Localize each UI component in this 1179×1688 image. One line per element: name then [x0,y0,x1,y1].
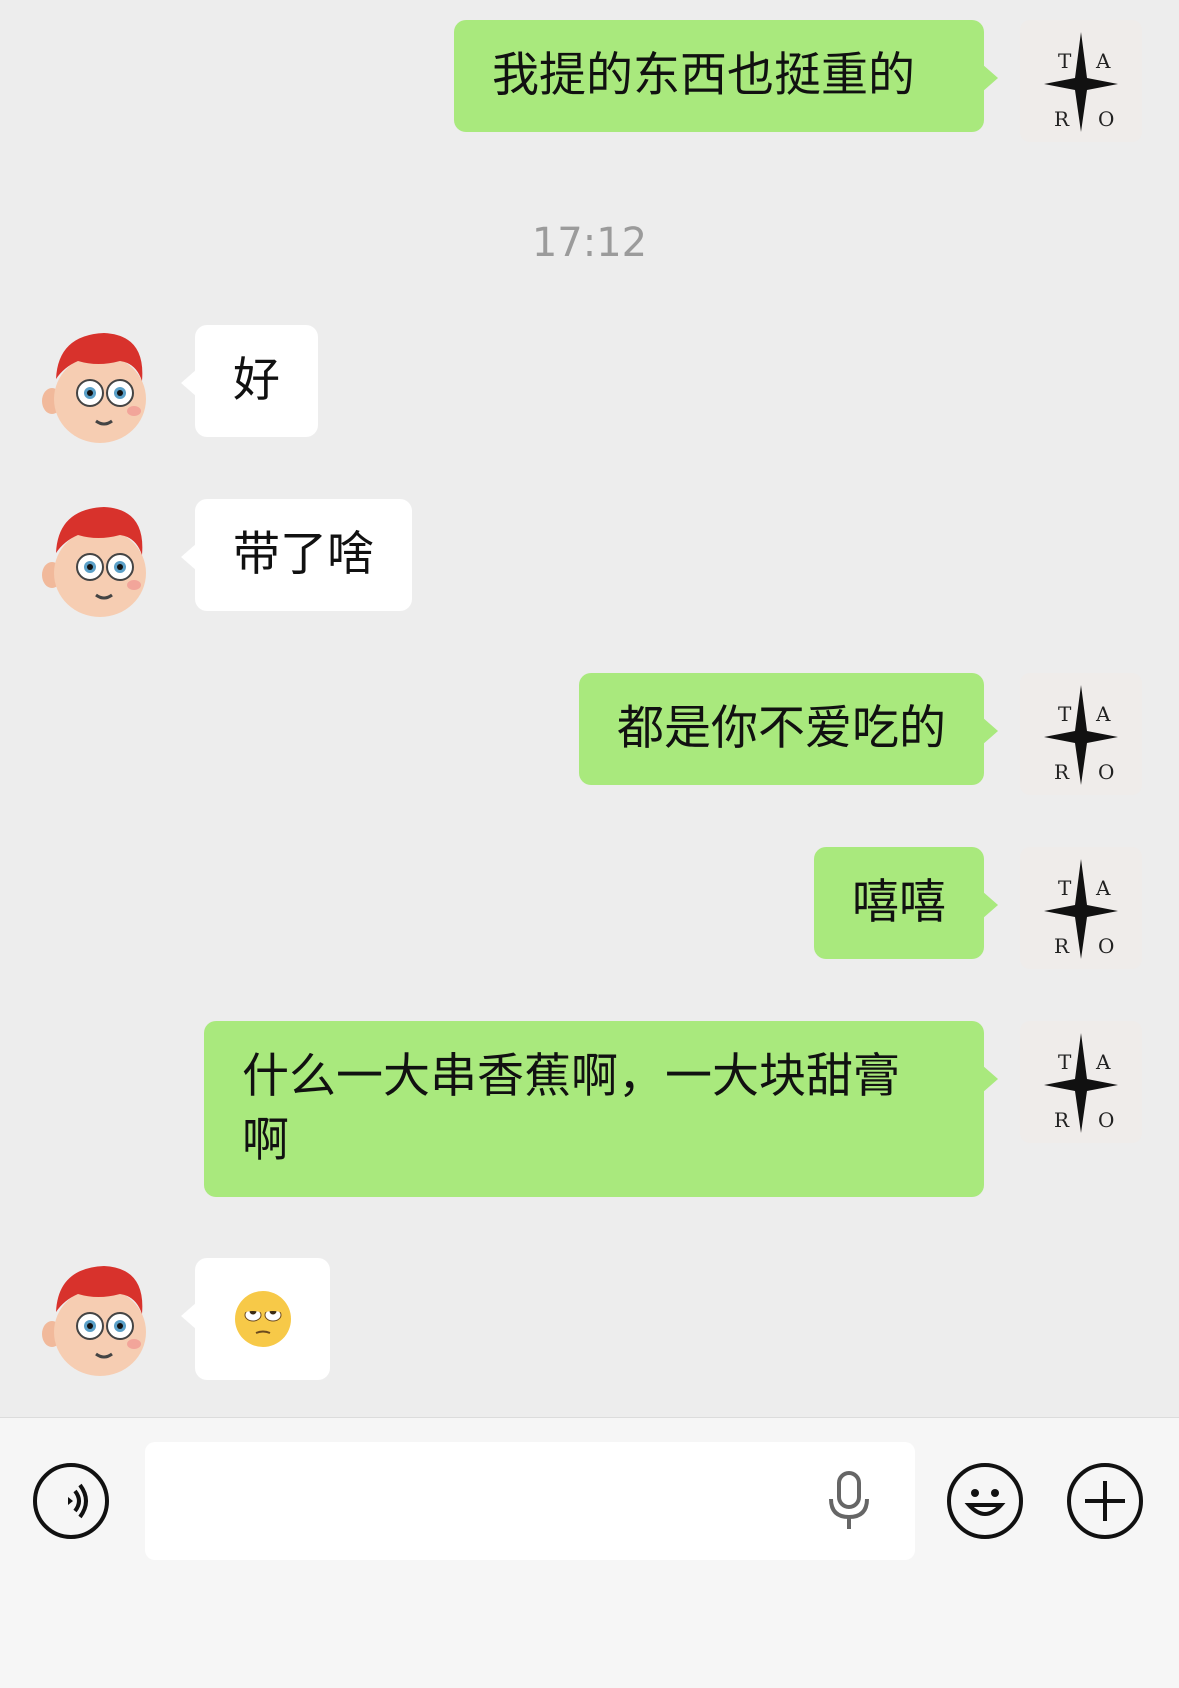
svg-text:O: O [1098,934,1114,958]
cartoon-boy-avatar-icon [42,333,146,443]
input-bar [0,1417,1179,1688]
svg-text:O: O [1098,107,1114,131]
svg-text:T: T [1058,876,1072,900]
message-bubble[interactable]: 我提的东西也挺重的 [454,20,998,132]
contact-avatar[interactable] [38,1258,160,1380]
taro-logo-icon: T A R O [1044,685,1118,785]
svg-text:R: R [1054,1108,1070,1132]
plus-icon[interactable] [1067,1463,1143,1539]
taro-logo-icon: T A R O [1044,32,1118,132]
message-input[interactable] [145,1442,915,1560]
svg-text:A: A [1095,49,1111,73]
my-avatar[interactable]: T A R O [1020,673,1142,795]
message-bubble[interactable]: 好 [181,325,318,437]
contact-avatar[interactable] [38,499,160,621]
svg-text:A: A [1095,702,1111,726]
svg-text:A: A [1095,876,1111,900]
message-text: 我提的东西也挺重的 [492,48,915,103]
message-bubble[interactable]: 嘻嘻 [814,847,998,959]
chat-message-list[interactable]: 我提的东西也挺重的 T A R O 17:12 好 带了啥 都是你不爱吃的 T … [0,0,1179,1417]
microphone-icon[interactable] [827,1471,871,1531]
message-text: 都是你不爱吃的 [617,701,946,756]
message-bubble[interactable]: 都是你不爱吃的 [579,673,998,785]
rolling-eyes-emoji-icon [235,1291,291,1347]
emoji-icon[interactable] [947,1463,1023,1539]
svg-text:T: T [1058,49,1072,73]
message-text: 什么一大串香蕉啊，一大块甜膏啊 [242,1049,900,1168]
message-text: 好 [233,353,280,408]
timestamp: 17:12 [531,220,648,266]
voice-icon[interactable] [33,1463,109,1539]
contact-avatar[interactable] [38,325,160,447]
message-bubble[interactable]: 什么一大串香蕉啊，一大块甜膏啊 [204,1021,998,1197]
taro-logo-icon: T A R O [1044,1033,1118,1133]
my-avatar[interactable]: T A R O [1020,20,1142,142]
message-text: 带了啥 [233,527,374,582]
message-bubble[interactable] [181,1258,330,1380]
cartoon-boy-avatar-icon [42,1266,146,1376]
message-text: 嘻嘻 [852,875,946,930]
my-avatar[interactable]: T A R O [1020,1021,1142,1143]
svg-text:T: T [1058,1050,1072,1074]
svg-text:R: R [1054,760,1070,784]
message-bubble[interactable]: 带了啥 [181,499,412,611]
taro-logo-icon: T A R O [1044,859,1118,959]
svg-text:O: O [1098,1108,1114,1132]
svg-text:R: R [1054,934,1070,958]
svg-text:O: O [1098,760,1114,784]
my-avatar[interactable]: T A R O [1020,847,1142,969]
svg-text:R: R [1054,107,1070,131]
svg-text:A: A [1095,1050,1111,1074]
svg-text:T: T [1058,702,1072,726]
cartoon-boy-avatar-icon [42,507,146,617]
